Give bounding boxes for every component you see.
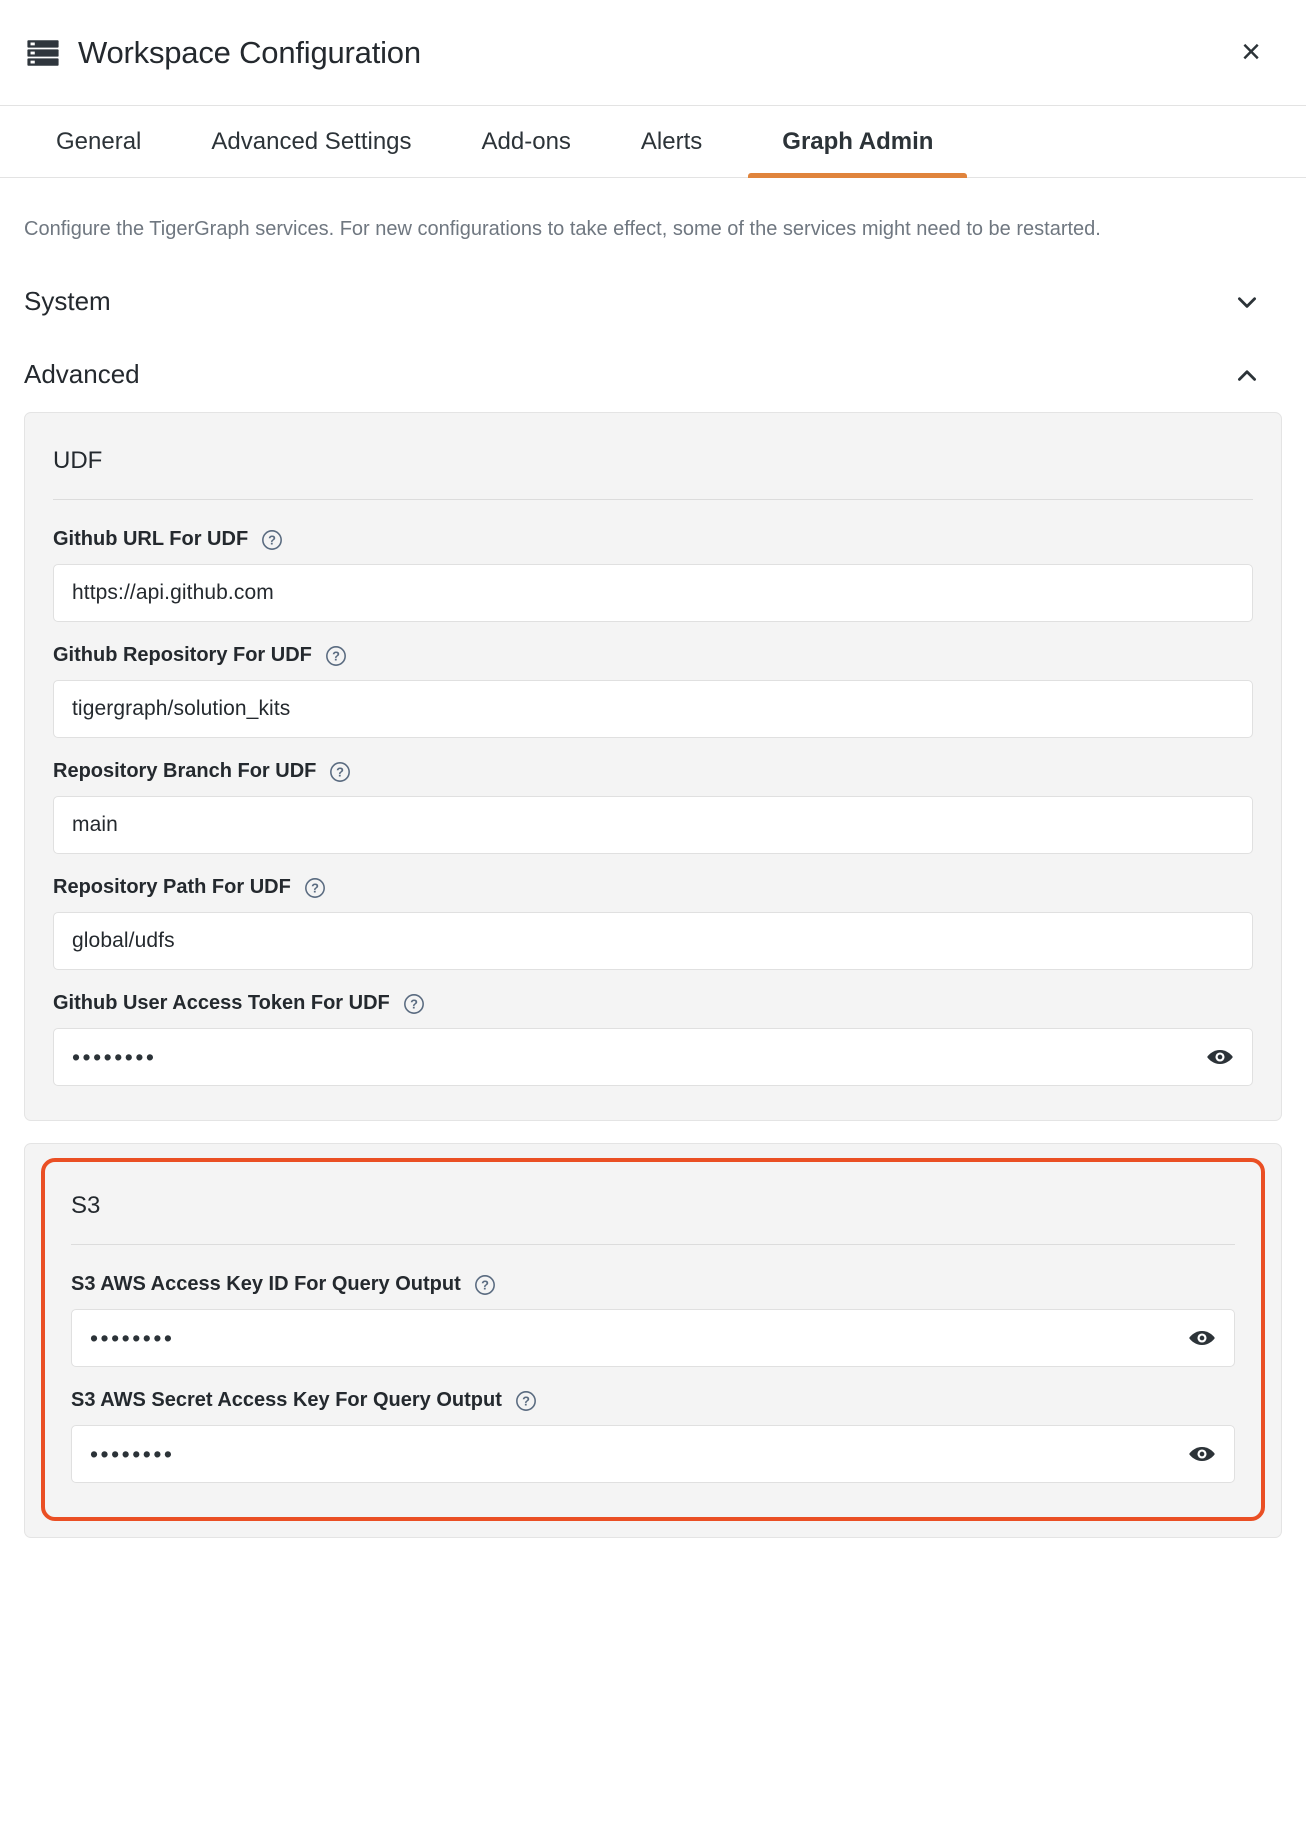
s3-access-key-id-input[interactable]: •••••••• <box>71 1309 1235 1367</box>
svg-text:?: ? <box>410 996 418 1011</box>
repository-path-input[interactable]: global/udfs <box>53 912 1253 970</box>
window-title: Workspace Configuration <box>78 37 421 68</box>
tab-graph-admin[interactable]: Graph Admin <box>748 106 967 177</box>
section-header-system[interactable]: System <box>24 286 1282 317</box>
toggle-visibility-button[interactable] <box>1186 1438 1218 1470</box>
tab-alerts[interactable]: Alerts <box>617 106 726 177</box>
s3-highlight-box: S3 S3 AWS Access Key ID For Query Output… <box>41 1158 1265 1521</box>
field-label: Repository Branch For UDF ? <box>53 760 1253 783</box>
field-label-text: S3 AWS Access Key ID For Query Output <box>71 1273 461 1296</box>
tab-bar: General Advanced Settings Add-ons Alerts… <box>0 105 1306 178</box>
help-icon[interactable]: ? <box>403 993 425 1015</box>
input-value: •••••••• <box>90 1441 174 1468</box>
field-repository-path-for-udf: Repository Path For UDF ? global/udfs <box>53 876 1253 970</box>
input-value: https://api.github.com <box>72 581 274 605</box>
svg-text:?: ? <box>336 764 344 779</box>
svg-text:?: ? <box>522 1393 530 1408</box>
section-title-advanced: Advanced <box>24 359 140 390</box>
input-value: tigergraph/solution_kits <box>72 697 290 721</box>
help-icon[interactable]: ? <box>325 645 347 667</box>
help-icon[interactable]: ? <box>515 1390 537 1412</box>
svg-text:?: ? <box>311 880 319 895</box>
field-label: Github URL For UDF ? <box>53 528 1253 551</box>
eye-icon[interactable] <box>1188 1440 1216 1468</box>
help-icon[interactable]: ? <box>261 529 283 551</box>
tab-advanced-settings[interactable]: Advanced Settings <box>187 106 435 177</box>
s3-secret-access-key-input[interactable]: •••••••• <box>71 1425 1235 1483</box>
github-token-input[interactable]: •••••••• <box>53 1028 1253 1086</box>
help-icon[interactable]: ? <box>474 1274 496 1296</box>
s3-panel-divider <box>71 1244 1235 1245</box>
tab-general[interactable]: General <box>32 106 165 177</box>
input-value: •••••••• <box>72 1044 156 1071</box>
s3-panel-title: S3 <box>71 1192 1235 1244</box>
page-description: Configure the TigerGraph services. For n… <box>24 214 1234 244</box>
field-repository-branch-for-udf: Repository Branch For UDF ? main <box>53 760 1253 854</box>
window-titlebar: Workspace Configuration × <box>0 0 1306 105</box>
help-icon[interactable]: ? <box>304 877 326 899</box>
input-value: global/udfs <box>72 929 175 953</box>
eye-icon[interactable] <box>1188 1324 1216 1352</box>
toggle-visibility-button[interactable] <box>1204 1041 1236 1073</box>
svg-text:?: ? <box>332 648 340 663</box>
input-value: •••••••• <box>90 1325 174 1352</box>
section-header-advanced[interactable]: Advanced <box>24 359 1282 390</box>
input-value: main <box>72 813 118 837</box>
udf-panel-divider <box>53 499 1253 500</box>
field-label: Repository Path For UDF ? <box>53 876 1253 899</box>
content-area: Configure the TigerGraph services. For n… <box>0 214 1306 1538</box>
field-s3-aws-access-key-id: S3 AWS Access Key ID For Query Output ? … <box>71 1273 1235 1367</box>
github-repository-input[interactable]: tigergraph/solution_kits <box>53 680 1253 738</box>
chevron-down-icon[interactable] <box>1234 289 1260 315</box>
field-label-text: Github Repository For UDF <box>53 644 312 667</box>
field-label: Github User Access Token For UDF ? <box>53 992 1253 1015</box>
field-label-text: Github URL For UDF <box>53 528 248 551</box>
udf-panel-title: UDF <box>53 447 1253 499</box>
chevron-up-icon[interactable] <box>1234 362 1260 388</box>
field-label-text: S3 AWS Secret Access Key For Query Outpu… <box>71 1389 502 1412</box>
field-label-text: Github User Access Token For UDF <box>53 992 390 1015</box>
s3-panel: S3 S3 AWS Access Key ID For Query Output… <box>24 1143 1282 1538</box>
svg-text:?: ? <box>481 1277 489 1292</box>
field-label-text: Repository Path For UDF <box>53 876 291 899</box>
svg-text:?: ? <box>268 532 276 547</box>
eye-icon[interactable] <box>1206 1043 1234 1071</box>
field-label-text: Repository Branch For UDF <box>53 760 316 783</box>
field-label: S3 AWS Access Key ID For Query Output ? <box>71 1273 1235 1296</box>
github-url-input[interactable]: https://api.github.com <box>53 564 1253 622</box>
field-s3-aws-secret-access-key: S3 AWS Secret Access Key For Query Outpu… <box>71 1389 1235 1483</box>
tab-add-ons[interactable]: Add-ons <box>458 106 595 177</box>
udf-panel: UDF Github URL For UDF ? https://api.git… <box>24 412 1282 1121</box>
field-github-user-access-token-for-udf: Github User Access Token For UDF ? •••••… <box>53 992 1253 1086</box>
toggle-visibility-button[interactable] <box>1186 1322 1218 1354</box>
field-github-repository-for-udf: Github Repository For UDF ? tigergraph/s… <box>53 644 1253 738</box>
server-stack-icon <box>26 36 60 70</box>
section-title-system: System <box>24 286 111 317</box>
repository-branch-input[interactable]: main <box>53 796 1253 854</box>
field-github-url-for-udf: Github URL For UDF ? https://api.github.… <box>53 528 1253 622</box>
field-label: Github Repository For UDF ? <box>53 644 1253 667</box>
field-label: S3 AWS Secret Access Key For Query Outpu… <box>71 1389 1235 1412</box>
close-icon[interactable]: × <box>1232 33 1270 71</box>
help-icon[interactable]: ? <box>329 761 351 783</box>
